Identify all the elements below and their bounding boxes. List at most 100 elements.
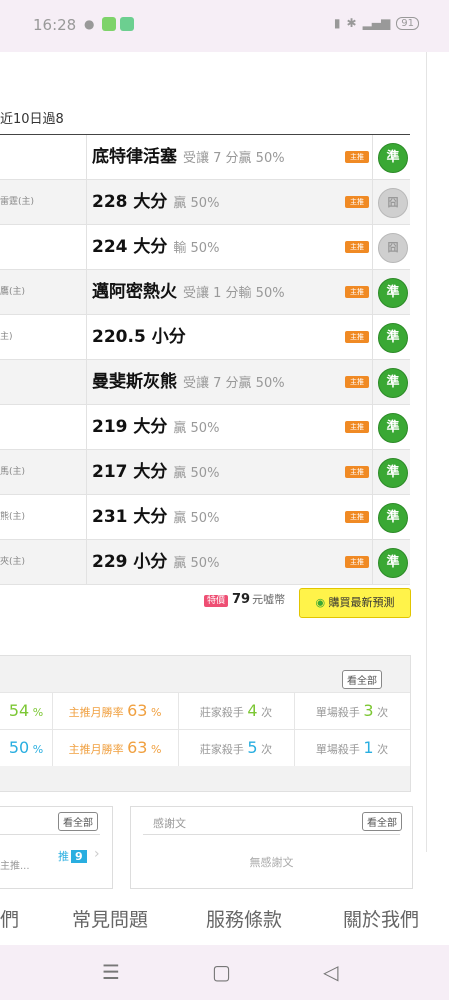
pick-sub: 贏 50%	[173, 421, 220, 436]
percent-sign: %	[32, 743, 44, 756]
pick-sub: 贏 50%	[173, 466, 220, 481]
bookie-killer-value: 5	[247, 738, 258, 757]
match-cell: 雷霆(主)	[0, 180, 87, 224]
footer-link-about[interactable]: 關於我們	[343, 905, 419, 932]
recommend-count: 推9	[58, 848, 87, 864]
pick-cell: 219 大分贏 50%	[92, 405, 219, 449]
match-cell: 熊(主)	[0, 495, 87, 539]
result-cell: 準	[372, 495, 411, 539]
chevron-right-icon[interactable]: ›	[94, 846, 100, 862]
times-unit: 次	[261, 743, 273, 756]
buy-label: 購買最新預測	[328, 596, 395, 609]
notification-icons: ●	[84, 17, 134, 31]
pick-main: 231 大分	[92, 507, 168, 527]
stats-row: 54 % 主推月勝率 63 % 莊家殺手 4 次 單場殺手 3 次	[0, 692, 410, 729]
single-killer-label: 單場殺手	[315, 706, 360, 719]
result-cell: 囧	[372, 180, 411, 224]
result-cell: 準	[372, 450, 411, 494]
pick-main: 229 小分	[92, 552, 168, 572]
percent-sign: %	[150, 706, 162, 719]
table-row: 鷹(主) 邁阿密熱火 受讓 1 分輸 50% 主推 準	[0, 270, 410, 315]
price-line: 特價 79 元噓幣	[204, 591, 285, 607]
match-cell: 主)	[0, 315, 87, 359]
main-pick-tag: 主推	[345, 376, 369, 388]
pick-cell: 228 大分贏 50%	[92, 180, 219, 224]
main-pick-tag: 主推	[345, 151, 369, 163]
pick-main: 217 大分	[92, 462, 168, 482]
footer-link-terms[interactable]: 服務條款	[206, 905, 282, 932]
win-rate-value: 50	[8, 738, 30, 757]
result-badge: 囧	[378, 233, 408, 263]
pick-main: 220.5 小分	[92, 327, 186, 347]
price-unit: 元噓幣	[252, 593, 286, 606]
single-killer-label: 單場殺手	[315, 743, 360, 756]
back-icon[interactable]: ◁	[323, 960, 338, 984]
main-pick-tag: 主推	[345, 241, 369, 253]
single-killer-cell: 單場殺手 1 次	[294, 730, 410, 766]
status-bar: 16:28 ● ▮ ✱ ▂▄▆ 91	[0, 0, 449, 52]
price-amount: 79	[232, 592, 251, 607]
battery-icon: 91	[396, 16, 419, 30]
main-pick-tag: 主推	[345, 331, 369, 343]
view-all-button[interactable]: 看全部	[342, 670, 382, 689]
pick-cell: 底特律活塞 受讓 7 分贏 50%	[92, 135, 285, 179]
table-row: 熊(主) 231 大分贏 50% 主推 準	[0, 495, 410, 540]
main-pick-tag: 主推	[345, 421, 369, 433]
result-cell: 準	[372, 315, 411, 359]
recent-record-label: 近10日過8	[0, 112, 64, 127]
win-rate-value: 54	[8, 701, 30, 720]
bookie-killer-label: 莊家殺手	[199, 743, 244, 756]
percent-sign: %	[150, 743, 162, 756]
match-cell	[0, 360, 87, 404]
pick-sub: 受讓 1 分輸 50%	[183, 286, 285, 301]
pick-cell: 229 小分贏 50%	[92, 540, 219, 584]
pick-sub: 受讓 7 分贏 50%	[183, 376, 285, 391]
result-cell: 準	[372, 360, 411, 404]
single-killer-value: 1	[363, 738, 374, 757]
app-icon	[120, 17, 134, 31]
pick-cell: 220.5 小分	[92, 315, 192, 359]
result-cell: 準	[372, 135, 411, 179]
pick-sub: 贏 50%	[173, 196, 220, 211]
coin-icon: ◉	[315, 596, 326, 609]
result-badge: 準	[378, 278, 408, 308]
recommend-number: 9	[71, 850, 87, 863]
table-row: 雷霆(主) 228 大分贏 50% 主推 囧	[0, 180, 410, 225]
table-row: 底特律活塞 受讓 7 分贏 50% 主推 準	[0, 135, 410, 180]
times-unit: 次	[261, 706, 273, 719]
divider	[143, 834, 400, 835]
pick-sub: 贏 50%	[173, 556, 220, 571]
result-cell: 準	[372, 405, 411, 449]
footer-link-contact[interactable]: 們	[0, 905, 19, 932]
system-icons: ▮ ✱ ▂▄▆ 91	[334, 16, 419, 30]
pick-cell: 曼斐斯灰熊 受讓 7 分贏 50%	[92, 360, 285, 404]
special-price-tag: 特價	[204, 595, 229, 607]
table-row: 219 大分贏 50% 主推 準	[0, 405, 410, 450]
result-badge: 準	[378, 368, 408, 398]
win-rate-cell: 54 %	[0, 693, 53, 729]
win-rate-cell: 50 %	[0, 730, 53, 766]
match-cell: 馬(主)	[0, 450, 87, 494]
monthly-rate-value: 63	[127, 701, 148, 720]
footer-link-faq[interactable]: 常見問題	[72, 905, 148, 932]
result-badge: 準	[378, 503, 408, 533]
main-pick-tag: 主推	[345, 466, 369, 478]
pick-sub: 贏 50%	[173, 511, 220, 526]
match-cell: 鷹(主)	[0, 270, 87, 314]
pick-cell: 224 大分輸 50%	[92, 225, 219, 269]
single-killer-value: 3	[363, 701, 374, 720]
pick-sub: 輸 50%	[173, 241, 220, 256]
home-icon[interactable]: ▢	[212, 960, 231, 984]
chat-icon: ●	[84, 17, 95, 31]
match-cell	[0, 135, 87, 179]
result-badge: 準	[378, 143, 408, 173]
view-all-button[interactable]: 看全部	[362, 812, 402, 831]
view-all-button[interactable]: 看全部	[58, 812, 98, 831]
menu-icon[interactable]: ☰	[102, 960, 120, 984]
pick-sub: 受讓 7 分贏 50%	[183, 151, 285, 166]
buy-prediction-button[interactable]: ◉ 購買最新預測	[299, 588, 411, 618]
pick-main: 224 大分	[92, 237, 168, 257]
pick-cell: 217 大分贏 50%	[92, 450, 219, 494]
bookie-killer-cell: 莊家殺手 5 次	[178, 730, 295, 766]
article-snippet[interactable]: 主推...	[0, 857, 30, 872]
